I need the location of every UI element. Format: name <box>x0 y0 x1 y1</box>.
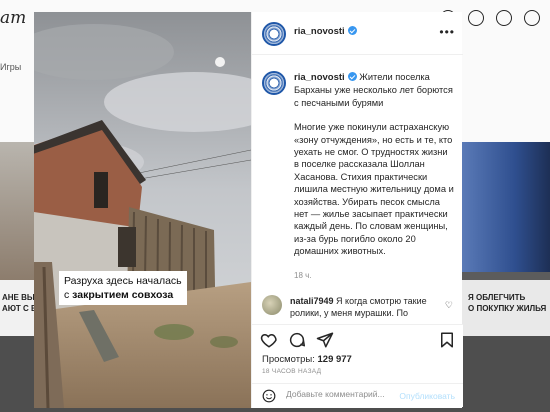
left-ad-banner: АНЕ ВЫГОДНЫЕ АЮТ С ВЫГОДО <box>0 280 34 336</box>
verified-badge-icon <box>347 72 357 81</box>
activity-heart-icon[interactable] <box>524 10 540 26</box>
verified-badge-icon <box>347 26 357 35</box>
more-options-icon[interactable]: ••• <box>439 25 455 39</box>
comment-icon[interactable] <box>288 331 306 349</box>
left-feed-image <box>0 142 34 282</box>
house-photo-image <box>34 12 251 408</box>
comment-item: natali7949 Я когда смотрю такие ролики, … <box>252 290 463 324</box>
add-comment-bar: Опубликовать <box>252 383 463 408</box>
caption-username[interactable]: ria_novosti <box>294 72 357 83</box>
views-counter[interactable]: Просмотры: 129 977 <box>262 354 352 365</box>
emoji-smile-icon[interactable] <box>262 389 276 403</box>
post-modal: Разруха здесь началась с закрытием совхо… <box>34 12 463 408</box>
save-bookmark-icon[interactable] <box>438 331 456 349</box>
caption-line-2: с закрытием совхоза <box>64 289 174 301</box>
share-icon[interactable] <box>316 331 334 349</box>
commenter-username[interactable]: natali7949 <box>290 296 334 306</box>
instagram-logo[interactable]: am <box>0 8 26 28</box>
action-icons <box>260 331 456 353</box>
add-comment-input[interactable] <box>284 388 398 400</box>
like-heart-icon[interactable] <box>260 331 278 349</box>
views-count: 129 977 <box>317 354 352 365</box>
publish-comment-button[interactable]: Опубликовать <box>399 391 455 401</box>
caption-bold: закрытием совхоза <box>72 289 174 301</box>
like-comment-icon[interactable]: ♡ <box>445 300 453 311</box>
right-feed-image <box>462 142 550 272</box>
games-link[interactable]: Игры <box>0 62 21 72</box>
author-username[interactable]: ria_novosti <box>294 26 357 37</box>
views-label: Просмотры: <box>262 354 315 365</box>
direct-icon[interactable] <box>468 10 484 26</box>
caption-line-1: Разруха здесь началась <box>64 275 182 287</box>
photo-caption: Разруха здесь началась с закрытием совхо… <box>59 271 187 305</box>
right-ad-banner: Я ОБЛЕГЧИТЬ О ПОКУПКУ ЖИЛЬЯ <box>462 280 550 336</box>
post-timestamp[interactable]: 18 ч. <box>294 270 454 282</box>
caption-text: ria_novosti Жители поселка Барханы уже н… <box>294 71 454 282</box>
explore-icon[interactable] <box>496 10 512 26</box>
post-side-panel: ria_novosti ••• ria_novosti Жители посел… <box>251 12 463 408</box>
author-avatar[interactable] <box>262 22 286 46</box>
post-actions: Просмотры: 129 977 18 ЧАСОВ НАЗАД Опубли… <box>252 324 463 407</box>
post-caption-area: ria_novosti Жители поселка Барханы уже н… <box>252 55 463 291</box>
caption-author-avatar[interactable] <box>262 71 286 95</box>
commenter-avatar[interactable] <box>262 295 282 315</box>
comment-text: natali7949 Я когда смотрю такие ролики, … <box>290 295 438 319</box>
post-header: ria_novosti ••• <box>252 12 463 55</box>
time-ago: 18 ЧАСОВ НАЗАД <box>262 368 322 375</box>
caption-paragraph-2: Многие уже покинули астраханскую «зону о… <box>294 122 454 257</box>
post-photo[interactable]: Разруха здесь началась с закрытием совхо… <box>34 12 251 408</box>
